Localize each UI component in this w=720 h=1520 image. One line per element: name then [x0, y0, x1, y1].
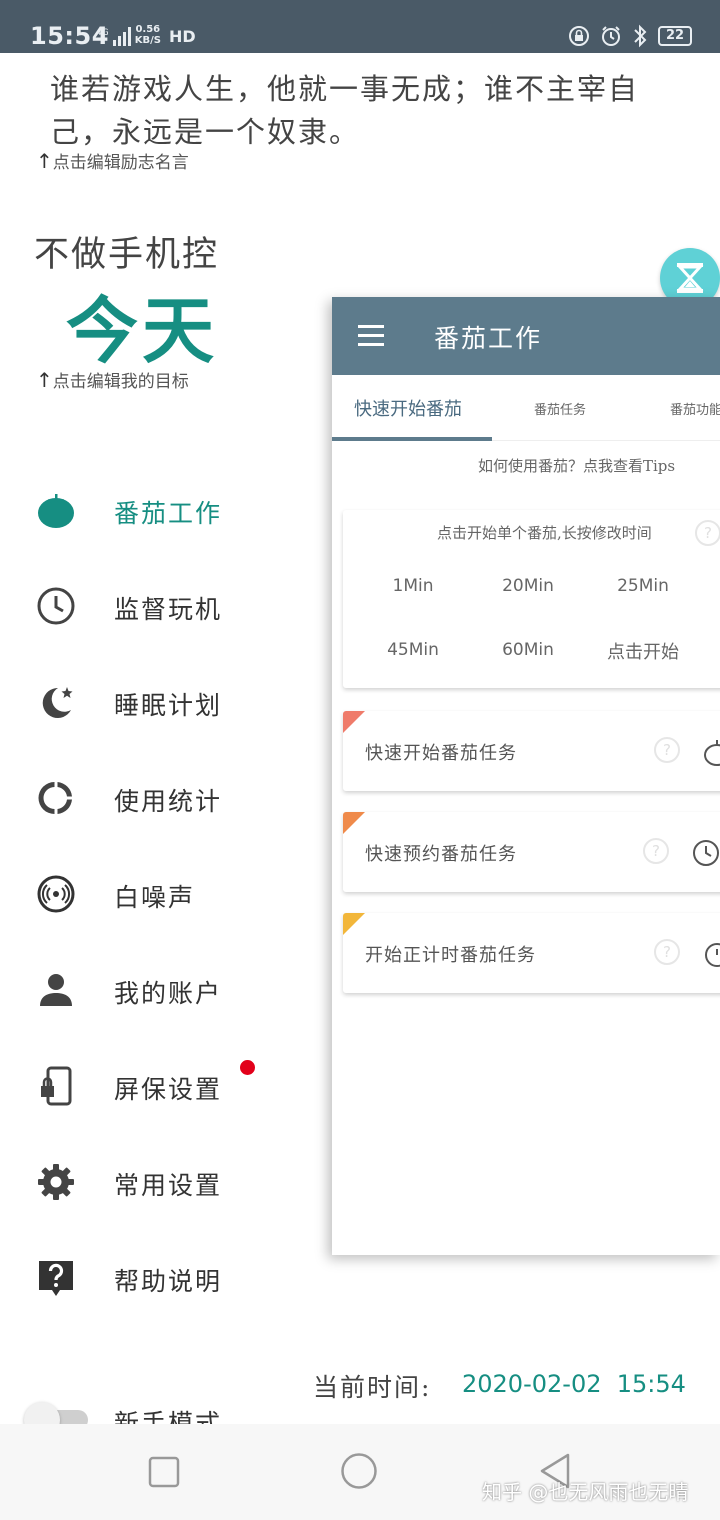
help-circle-icon[interactable]: ? [695, 520, 720, 546]
card-corner-ribbon [343, 812, 365, 834]
goal-value[interactable]: 今天 [66, 272, 218, 377]
menu-label: 睡眠计划 [114, 691, 223, 720]
help-circle-icon[interactable]: ? [654, 737, 680, 763]
menu-item-screensaver[interactable]: 屏保设置 [0, 1038, 330, 1134]
up-arrow-icon: ↑ [36, 149, 53, 173]
panel-header: 番茄工作 [332, 297, 720, 375]
battery-icon: 22 [658, 26, 692, 46]
menu-item-account[interactable]: 我的账户 [0, 942, 330, 1038]
task-card-quick-start[interactable]: 快速开始番茄任务 ? [343, 711, 720, 791]
quote-edit-hint: ↑点击编辑励志名言 [36, 149, 189, 173]
tab-bar: 快速开始番茄 番茄任务 番茄功能 [332, 375, 720, 441]
status-icons: 22 [568, 24, 692, 48]
menu-item-pomodoro[interactable]: 番茄工作 [0, 462, 330, 558]
clock-icon [693, 840, 719, 866]
network-type: 4G [96, 28, 109, 38]
timer-start-button[interactable]: 点击开始 [588, 638, 698, 664]
task-card-reserve[interactable]: 快速预约番茄任务 ? [343, 812, 720, 892]
hd-indicator: HD [168, 27, 196, 46]
clock-icon [37, 587, 75, 625]
menu-item-settings[interactable]: 常用设置 [0, 1134, 330, 1230]
panel-title: 番茄工作 [434, 324, 543, 353]
task-label: 快速开始番茄任务 [365, 743, 517, 764]
home-icon[interactable] [340, 1452, 378, 1490]
menu-label: 番茄工作 [114, 499, 223, 528]
current-time-value: 2020-02-02 15:54 [462, 1370, 686, 1398]
menu-item-supervise[interactable]: 监督玩机 [0, 558, 330, 654]
person-icon [40, 974, 72, 1006]
donut-chart-icon [38, 782, 72, 814]
timer-option-20min[interactable]: 20Min [473, 576, 583, 596]
menu-icon[interactable] [358, 325, 384, 347]
timer-option-45min[interactable]: 45Min [358, 640, 468, 660]
stopwatch-icon [705, 943, 720, 967]
task-label: 快速预约番茄任务 [365, 844, 517, 865]
card-corner-ribbon [343, 913, 365, 935]
motivational-quote[interactable]: 谁若游戏人生，他就一事无成；谁不主宰自己，永远是一个奴隶。 [50, 68, 670, 154]
network-indicator: 4G 0.56 KB/S HD [96, 24, 196, 46]
menu-item-sleep[interactable]: 睡眠计划 [0, 654, 330, 750]
status-bar: 15:54 4G 0.56 KB/S HD 22 [0, 0, 720, 53]
timer-option-25min[interactable]: 25Min [588, 576, 698, 596]
quick-timer-card: 点击开始单个番茄,长按修改时间 ? 1Min 20Min 25Min 45Min… [343, 510, 720, 688]
menu-item-help[interactable]: 帮助说明 [0, 1230, 330, 1326]
tomato-icon [38, 494, 74, 528]
menu-label: 我的账户 [114, 979, 223, 1008]
help-circle-icon[interactable]: ? [643, 838, 669, 864]
tab-functions[interactable]: 番茄功能 [670, 399, 720, 418]
goal-title[interactable]: 不做手机控 [34, 226, 219, 277]
lock-phone-icon [41, 1066, 72, 1106]
goal-edit-hint: ↑点击编辑我的目标 [36, 368, 189, 392]
task-label: 开始正计时番茄任务 [365, 945, 536, 966]
alarm-icon [602, 26, 620, 46]
menu-item-white-noise[interactable]: 白噪声 [0, 846, 330, 942]
network-speed: 0.56 KB/S [134, 24, 161, 46]
lock-rotation-icon [569, 26, 589, 46]
navigation-bar [0, 1424, 720, 1520]
menu-label: 白噪声 [114, 883, 196, 912]
menu-label: 监督玩机 [114, 595, 223, 624]
pomodoro-panel: 番茄工作 快速开始番茄 番茄任务 番茄功能 如何使用番茄？点我查看Tips 点击… [332, 297, 720, 1255]
gear-icon [38, 1164, 74, 1200]
menu-item-statistics[interactable]: 使用统计 [0, 750, 330, 846]
notification-dot [240, 1060, 255, 1075]
signal-icon [112, 26, 131, 46]
moon-star-icon [42, 687, 73, 718]
card-corner-ribbon [343, 711, 365, 733]
watermark: 知乎 @也无风雨也无晴 [482, 1480, 689, 1504]
up-arrow-icon: ↑ [36, 368, 53, 392]
disc-sound-icon [37, 875, 75, 913]
newbie-mode-label: 新手模式 [114, 1409, 223, 1426]
tab-quick-start[interactable]: 快速开始番茄 [354, 395, 462, 421]
help-icon [39, 1261, 73, 1296]
recent-apps-icon[interactable] [148, 1456, 180, 1488]
tab-tasks[interactable]: 番茄任务 [534, 399, 586, 418]
tab-indicator [332, 437, 492, 441]
timer-option-1min[interactable]: 1Min [358, 576, 468, 596]
task-card-count-up[interactable]: 开始正计时番茄任务 ? [343, 913, 720, 993]
timer-hint: 点击开始单个番茄,长按修改时间 [437, 524, 652, 542]
current-time-label: 当前时间: [313, 1373, 432, 1402]
help-circle-icon[interactable]: ? [654, 939, 680, 965]
menu-label: 屏保设置 [114, 1075, 223, 1104]
menu-label: 常用设置 [114, 1171, 223, 1200]
tips-link[interactable]: 如何使用番茄？点我查看Tips [478, 455, 675, 476]
menu-label: 帮助说明 [114, 1267, 223, 1296]
tomato-outline-icon [704, 740, 720, 766]
menu-label: 使用统计 [114, 787, 223, 816]
timer-option-60min[interactable]: 60Min [473, 640, 583, 660]
bluetooth-icon [634, 24, 647, 48]
